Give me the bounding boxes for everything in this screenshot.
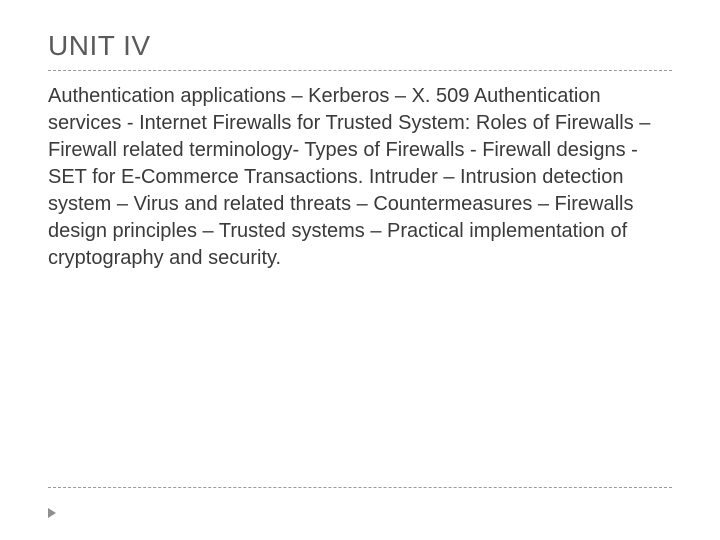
footer-divider — [48, 487, 672, 488]
slide: UNIT IV Authentication applications – Ke… — [0, 0, 720, 540]
slide-body: Authentication applications – Kerberos –… — [48, 83, 668, 272]
bullet-icon — [48, 508, 56, 518]
title-divider — [48, 70, 672, 71]
slide-title: UNIT IV — [48, 30, 672, 62]
